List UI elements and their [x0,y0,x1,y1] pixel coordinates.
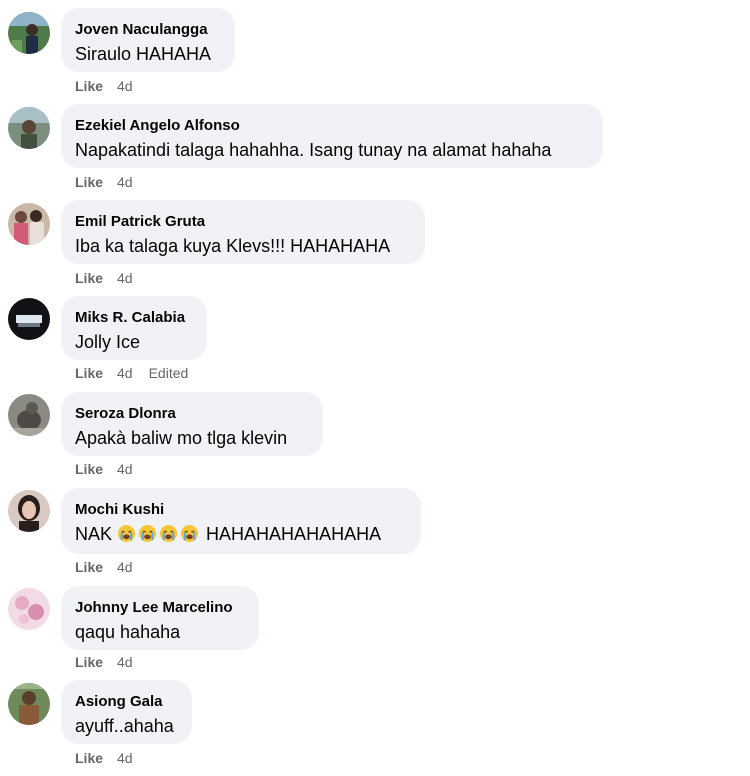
user-photo-icon [8,298,50,340]
comment-actions: Like 4d [75,461,133,477]
comment-bubble: Mochi Kushi NAK HAHAHAHAHAHAHA [61,488,421,554]
comment-text: Apakà baliw mo tlga klevin [75,428,288,448]
user-photo-icon [8,107,50,149]
like-button[interactable]: Like [75,750,103,766]
like-button[interactable]: Like [75,365,103,381]
emoji-group [117,524,206,544]
avatar[interactable] [8,490,50,532]
comment-timestamp[interactable]: 4d [117,365,133,381]
comment-text-prefix: NAK [75,524,113,544]
like-button[interactable]: Like [75,270,103,286]
avatar[interactable] [8,298,50,340]
comment-timestamp[interactable]: 4d [117,750,133,766]
comment-author[interactable]: Miks R. Calabia [75,309,185,326]
comment-text-suffix: HAHAHAHAHAHAHA [206,524,382,544]
comment-bubble: Ezekiel Angelo Alfonso Napakatindi talag… [61,104,603,168]
like-button[interactable]: Like [75,654,103,670]
avatar[interactable] [8,107,50,149]
comment-actions: Like 4d [75,750,133,766]
comment-bubble: Joven Naculangga Siraulo HAHAHA [61,8,235,72]
loudly-crying-face-emoji-icon [180,524,199,543]
comment-bubble: Johnny Lee Marcelino qaqu hahaha [61,586,259,650]
comment-text: ayuff..ahaha [75,716,174,736]
comment-author[interactable]: Emil Patrick Gruta [75,213,205,230]
comment-text: Siraulo HAHAHA [75,44,212,64]
loudly-crying-face-emoji-icon [159,524,178,543]
comment-bubble: Seroza Dlonra Apakà baliw mo tlga klevin [61,392,323,456]
comment-text: Iba ka talaga kuya Klevs!!! HAHAHAHA [75,236,391,256]
comment-timestamp[interactable]: 4d [117,654,133,670]
comment-author[interactable]: Asiong Gala [75,693,163,710]
comment-author[interactable]: Mochi Kushi [75,501,164,518]
user-photo-icon [8,683,50,725]
comment-text: Napakatindi talaga hahahha. Isang tunay … [75,140,552,160]
edited-label[interactable]: Edited [149,365,189,381]
comment-timestamp[interactable]: 4d [117,461,133,477]
user-photo-icon [8,203,50,245]
comment-author[interactable]: Johnny Lee Marcelino [75,599,233,616]
avatar[interactable] [8,683,50,725]
avatar[interactable] [8,12,50,54]
comment-actions: Like 4d Edited [75,365,188,381]
user-photo-icon [8,588,50,630]
avatar[interactable] [8,588,50,630]
avatar[interactable] [8,394,50,436]
comment-actions: Like 4d [75,559,133,575]
comment-text: Jolly Ice [75,332,141,352]
comment-text: NAK HAHAHAHAHAHAHA [75,524,381,545]
avatar[interactable] [8,203,50,245]
user-photo-icon [8,490,50,532]
comment-bubble: Emil Patrick Gruta Iba ka talaga kuya Kl… [61,200,425,264]
comment-bubble: Miks R. Calabia Jolly Ice [61,296,207,360]
like-button[interactable]: Like [75,461,103,477]
comment-timestamp[interactable]: 4d [117,559,133,575]
comment-actions: Like 4d [75,654,133,670]
user-photo-icon [8,394,50,436]
loudly-crying-face-emoji-icon [138,524,157,543]
comment-author[interactable]: Joven Naculangga [75,21,208,38]
comment-timestamp[interactable]: 4d [117,174,133,190]
like-button[interactable]: Like [75,78,103,94]
user-photo-icon [8,12,50,54]
comment-actions: Like 4d [75,78,133,94]
comment-actions: Like 4d [75,174,133,190]
comment-text: qaqu hahaha [75,622,181,642]
comment-author[interactable]: Ezekiel Angelo Alfonso [75,117,240,134]
loudly-crying-face-emoji-icon [117,524,136,543]
like-button[interactable]: Like [75,559,103,575]
comment-actions: Like 4d [75,270,133,286]
like-button[interactable]: Like [75,174,103,190]
comment-author[interactable]: Seroza Dlonra [75,405,176,422]
comment-timestamp[interactable]: 4d [117,270,133,286]
comment-bubble: Asiong Gala ayuff..ahaha [61,680,192,744]
comment-timestamp[interactable]: 4d [117,78,133,94]
